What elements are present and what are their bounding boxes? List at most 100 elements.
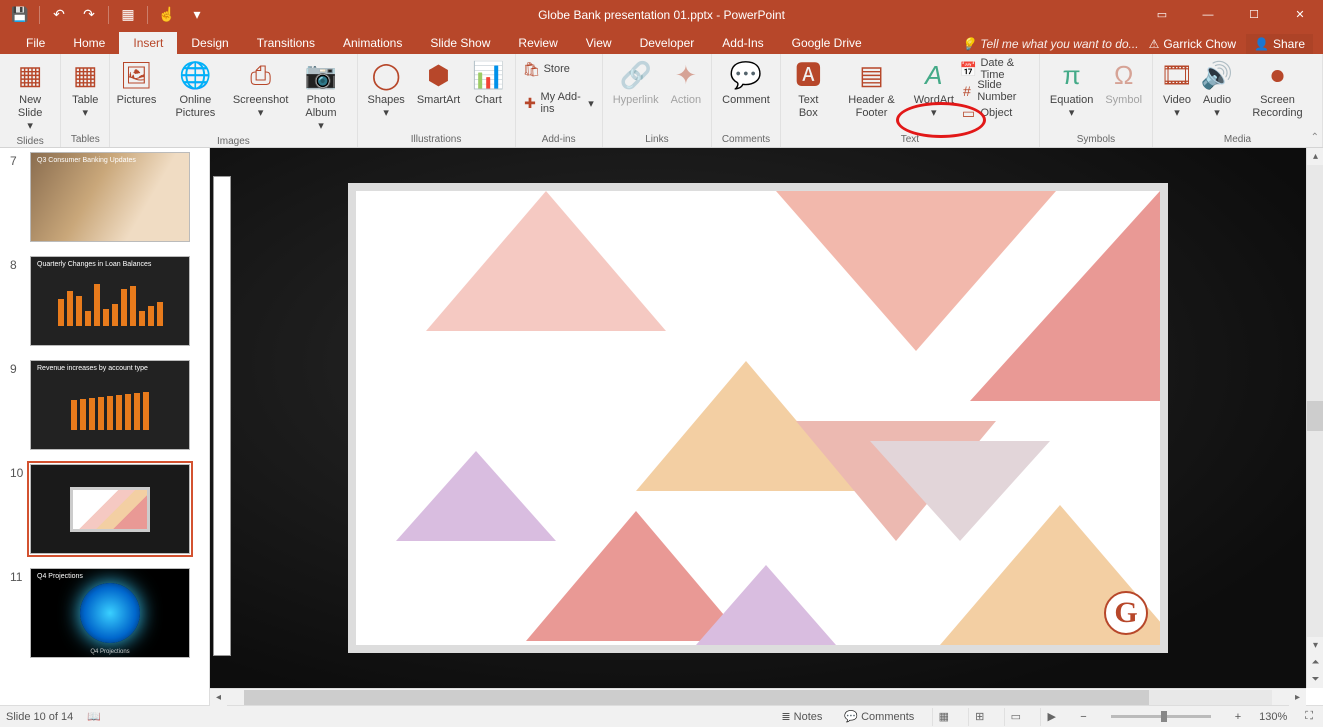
zoom-slider[interactable]: [1111, 715, 1211, 718]
slide-thumbnail[interactable]: 10: [10, 464, 199, 554]
fit-button[interactable]: ⛶: [1301, 710, 1317, 723]
wordart-button[interactable]: AWordArt▾: [911, 56, 956, 122]
window-title: Globe Bank presentation 01.pptx - PowerP…: [538, 8, 785, 22]
scroll-up-button[interactable]: ▴: [1307, 148, 1323, 165]
comment-button[interactable]: 💬Comment: [716, 56, 776, 109]
shapes-icon: ◯: [372, 58, 401, 94]
slide-thumbnail[interactable]: 11Q4 ProjectionsQ4 Projections: [10, 568, 199, 658]
wordart-icon: A: [925, 58, 942, 94]
close-button[interactable]: ✕: [1277, 0, 1323, 29]
slide-thumbnail[interactable]: 7Q3 Consumer Banking Updates: [10, 152, 199, 242]
audio-button[interactable]: 🔊Audio▾: [1197, 56, 1237, 122]
slidenum-icon: #: [960, 83, 973, 99]
vertical-scrollbar[interactable]: ▴ ▾ ⏶ ⏷: [1306, 148, 1323, 688]
reading-view-button[interactable]: ▭: [1004, 708, 1026, 726]
date-time-button[interactable]: 📅Date & Time: [956, 58, 1034, 80]
table-icon: ▦: [73, 58, 98, 94]
share-button[interactable]: 👤 Share: [1246, 34, 1313, 54]
thumb-number: 9: [10, 360, 30, 450]
minimize-button[interactable]: —: [1185, 0, 1231, 29]
ribbon-display-button[interactable]: ▭: [1139, 0, 1185, 29]
online-pictures-button[interactable]: 🌐Online Pictures: [159, 56, 232, 122]
scroll-right-button[interactable]: ▸: [1289, 689, 1306, 706]
group-links: Links: [607, 134, 707, 147]
tab-insert[interactable]: Insert: [119, 32, 177, 54]
slide-number-button[interactable]: #Slide Number: [956, 80, 1034, 102]
slide-thumbnail[interactable]: 9 Revenue increases by account type: [10, 360, 199, 450]
new-slide-icon: ▦: [18, 58, 43, 94]
quick-access-toolbar: 💾 ↶ ↷ ▦ ☝ ▾: [6, 3, 211, 27]
thumb-title: Q4 Projections: [37, 573, 83, 580]
audio-icon: 🔊: [1201, 58, 1233, 94]
equation-button[interactable]: πEquation▾: [1044, 56, 1099, 122]
chart-button[interactable]: 📊Chart: [466, 56, 510, 109]
current-slide[interactable]: G: [348, 183, 1168, 653]
save-button[interactable]: 💾: [6, 3, 34, 27]
tab-addins[interactable]: Add-Ins: [708, 32, 777, 54]
equation-icon: π: [1063, 58, 1081, 94]
header-footer-button[interactable]: ▤Header & Footer: [832, 56, 911, 122]
object-button[interactable]: ▭Object: [956, 102, 1034, 124]
smartart-button[interactable]: ⬢SmartArt: [411, 56, 466, 109]
slide-editor[interactable]: G: [210, 148, 1306, 688]
store-button[interactable]: 🛍Store: [520, 58, 598, 80]
slide-thumbnail-pane[interactable]: 7Q3 Consumer Banking Updates 8Quarterly C…: [0, 148, 210, 688]
my-addins-button[interactable]: ✚My Add-ins ▾: [520, 92, 598, 114]
pictures-button[interactable]: 🖼Pictures: [114, 56, 159, 109]
tab-file[interactable]: File: [12, 32, 59, 54]
spellcheck-icon[interactable]: 📖: [87, 710, 101, 723]
tab-googledrive[interactable]: Google Drive: [778, 32, 876, 54]
tab-transitions[interactable]: Transitions: [243, 32, 329, 54]
horizontal-scrollbar[interactable]: ◂ ▸: [210, 688, 1306, 705]
next-slide-button[interactable]: ⏷: [1307, 671, 1323, 688]
tab-review[interactable]: Review: [504, 32, 571, 54]
thumb-number: 8: [10, 256, 30, 346]
share-label: Share: [1273, 37, 1305, 51]
tab-view[interactable]: View: [572, 32, 626, 54]
prev-slide-button[interactable]: ⏶: [1307, 654, 1323, 671]
shapes-button[interactable]: ◯Shapes▾: [362, 56, 411, 122]
tab-design[interactable]: Design: [177, 32, 242, 54]
screen-recording-button[interactable]: ⏺Screen Recording: [1237, 56, 1318, 122]
addins-icon: ✚: [524, 95, 537, 111]
touch-mode-button[interactable]: ☝: [153, 3, 181, 27]
slide-thumbnail[interactable]: 8Quarterly Changes in Loan Balances: [10, 256, 199, 346]
photo-album-button[interactable]: 📷Photo Album▾: [289, 56, 352, 136]
redo-button[interactable]: ↷: [75, 3, 103, 27]
collapse-ribbon-button[interactable]: ⌃: [1311, 132, 1319, 143]
screenshot-button[interactable]: ⎙Screenshot▾: [232, 56, 290, 122]
tell-me-search[interactable]: 💡 Tell me what you want to do...: [961, 37, 1138, 51]
zoom-in-button[interactable]: +: [1231, 711, 1245, 723]
normal-view-button[interactable]: ▦: [932, 708, 954, 726]
maximize-button[interactable]: ☐: [1231, 0, 1277, 29]
slideshow-view-button[interactable]: ▶: [1040, 708, 1062, 726]
qat-dropdown[interactable]: ▾: [183, 3, 211, 27]
thumb-caption: Q4 Projections: [31, 649, 189, 655]
text-box-button[interactable]: 🅰Text Box: [785, 56, 832, 122]
video-button[interactable]: 🎞Video▾: [1157, 56, 1197, 122]
sorter-view-button[interactable]: ⊞: [968, 708, 990, 726]
group-tables: Tables: [65, 134, 105, 147]
table-button[interactable]: ▦Table▾: [65, 56, 105, 122]
zoom-out-button[interactable]: −: [1076, 711, 1090, 723]
group-illustrations: Illustrations: [362, 134, 511, 147]
start-from-beginning-button[interactable]: ▦: [114, 3, 142, 27]
tab-slideshow[interactable]: Slide Show: [416, 32, 504, 54]
thumb-title: Revenue increases by account type: [37, 365, 148, 372]
tab-developer[interactable]: Developer: [626, 32, 709, 54]
undo-button[interactable]: ↶: [45, 3, 73, 27]
chart-icon: 📊: [472, 58, 504, 94]
ribbon: ▦New Slide▾ Slides ▦Table▾ Tables 🖼Pictu…: [0, 54, 1323, 148]
slide-counter: Slide 10 of 14: [6, 711, 73, 723]
comments-button[interactable]: 💬 Comments: [840, 710, 918, 723]
group-addins: Add-ins: [520, 134, 598, 147]
notes-button[interactable]: ≣ Notes: [777, 710, 826, 723]
scroll-left-button[interactable]: ◂: [210, 689, 227, 706]
user-account[interactable]: ⚠ Garrick Chow: [1149, 37, 1236, 51]
new-slide-button[interactable]: ▦New Slide▾: [4, 56, 56, 136]
tab-home[interactable]: Home: [59, 32, 119, 54]
zoom-level[interactable]: 130%: [1259, 711, 1287, 723]
tab-animations[interactable]: Animations: [329, 32, 416, 54]
scroll-down-button[interactable]: ▾: [1307, 637, 1323, 654]
textbox-icon: 🅰: [795, 58, 821, 94]
